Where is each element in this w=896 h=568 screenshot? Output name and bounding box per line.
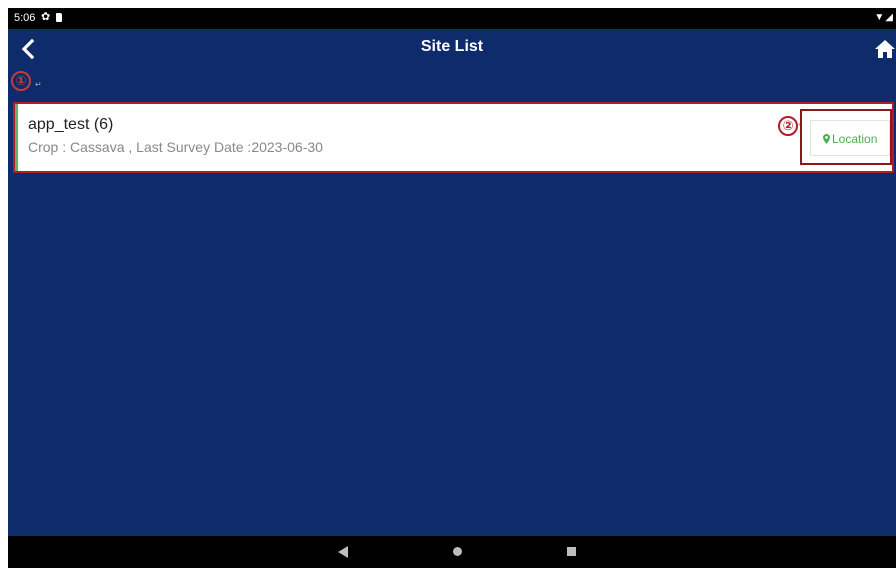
home-circle-icon[interactable] [453, 547, 462, 556]
sd-card-icon [56, 13, 62, 22]
back-triangle-icon[interactable] [338, 546, 348, 558]
map-marker-icon [823, 134, 830, 144]
site-list-item[interactable]: app_test (6) Crop : Cassava , Last Surve… [13, 102, 894, 173]
system-nav-bar [8, 536, 896, 568]
recents-square-icon[interactable] [567, 547, 576, 556]
app-screen: 5:06 ✿ ▼◢ Site List ① ↵ app_test (6) Cro… [8, 8, 896, 568]
site-detail: Crop : Cassava , Last Survey Date :2023-… [28, 139, 323, 155]
status-bar: 5:06 ✿ ▼◢ [8, 8, 896, 29]
status-indicators: ▼◢ [874, 12, 894, 23]
location-button-frame: Location [810, 120, 890, 156]
return-mark: ↵ [35, 80, 42, 89]
location-label: Location [832, 132, 878, 146]
signal-icon: ◢ [885, 12, 894, 23]
site-status-accent [15, 104, 18, 171]
site-name: app_test (6) [28, 116, 114, 133]
home-button[interactable] [874, 39, 896, 59]
wifi-icon: ▼ [874, 12, 886, 23]
annotation-marker-2: ② [778, 116, 798, 136]
page-title: Site List [420, 38, 484, 55]
annotation-marker-1: ① [11, 71, 31, 91]
location-button[interactable]: Location [800, 109, 892, 165]
gear-icon: ✿ [41, 11, 51, 23]
home-icon [875, 40, 895, 58]
app-bar: Site List [8, 29, 896, 69]
status-time: 5:06 [14, 12, 36, 24]
